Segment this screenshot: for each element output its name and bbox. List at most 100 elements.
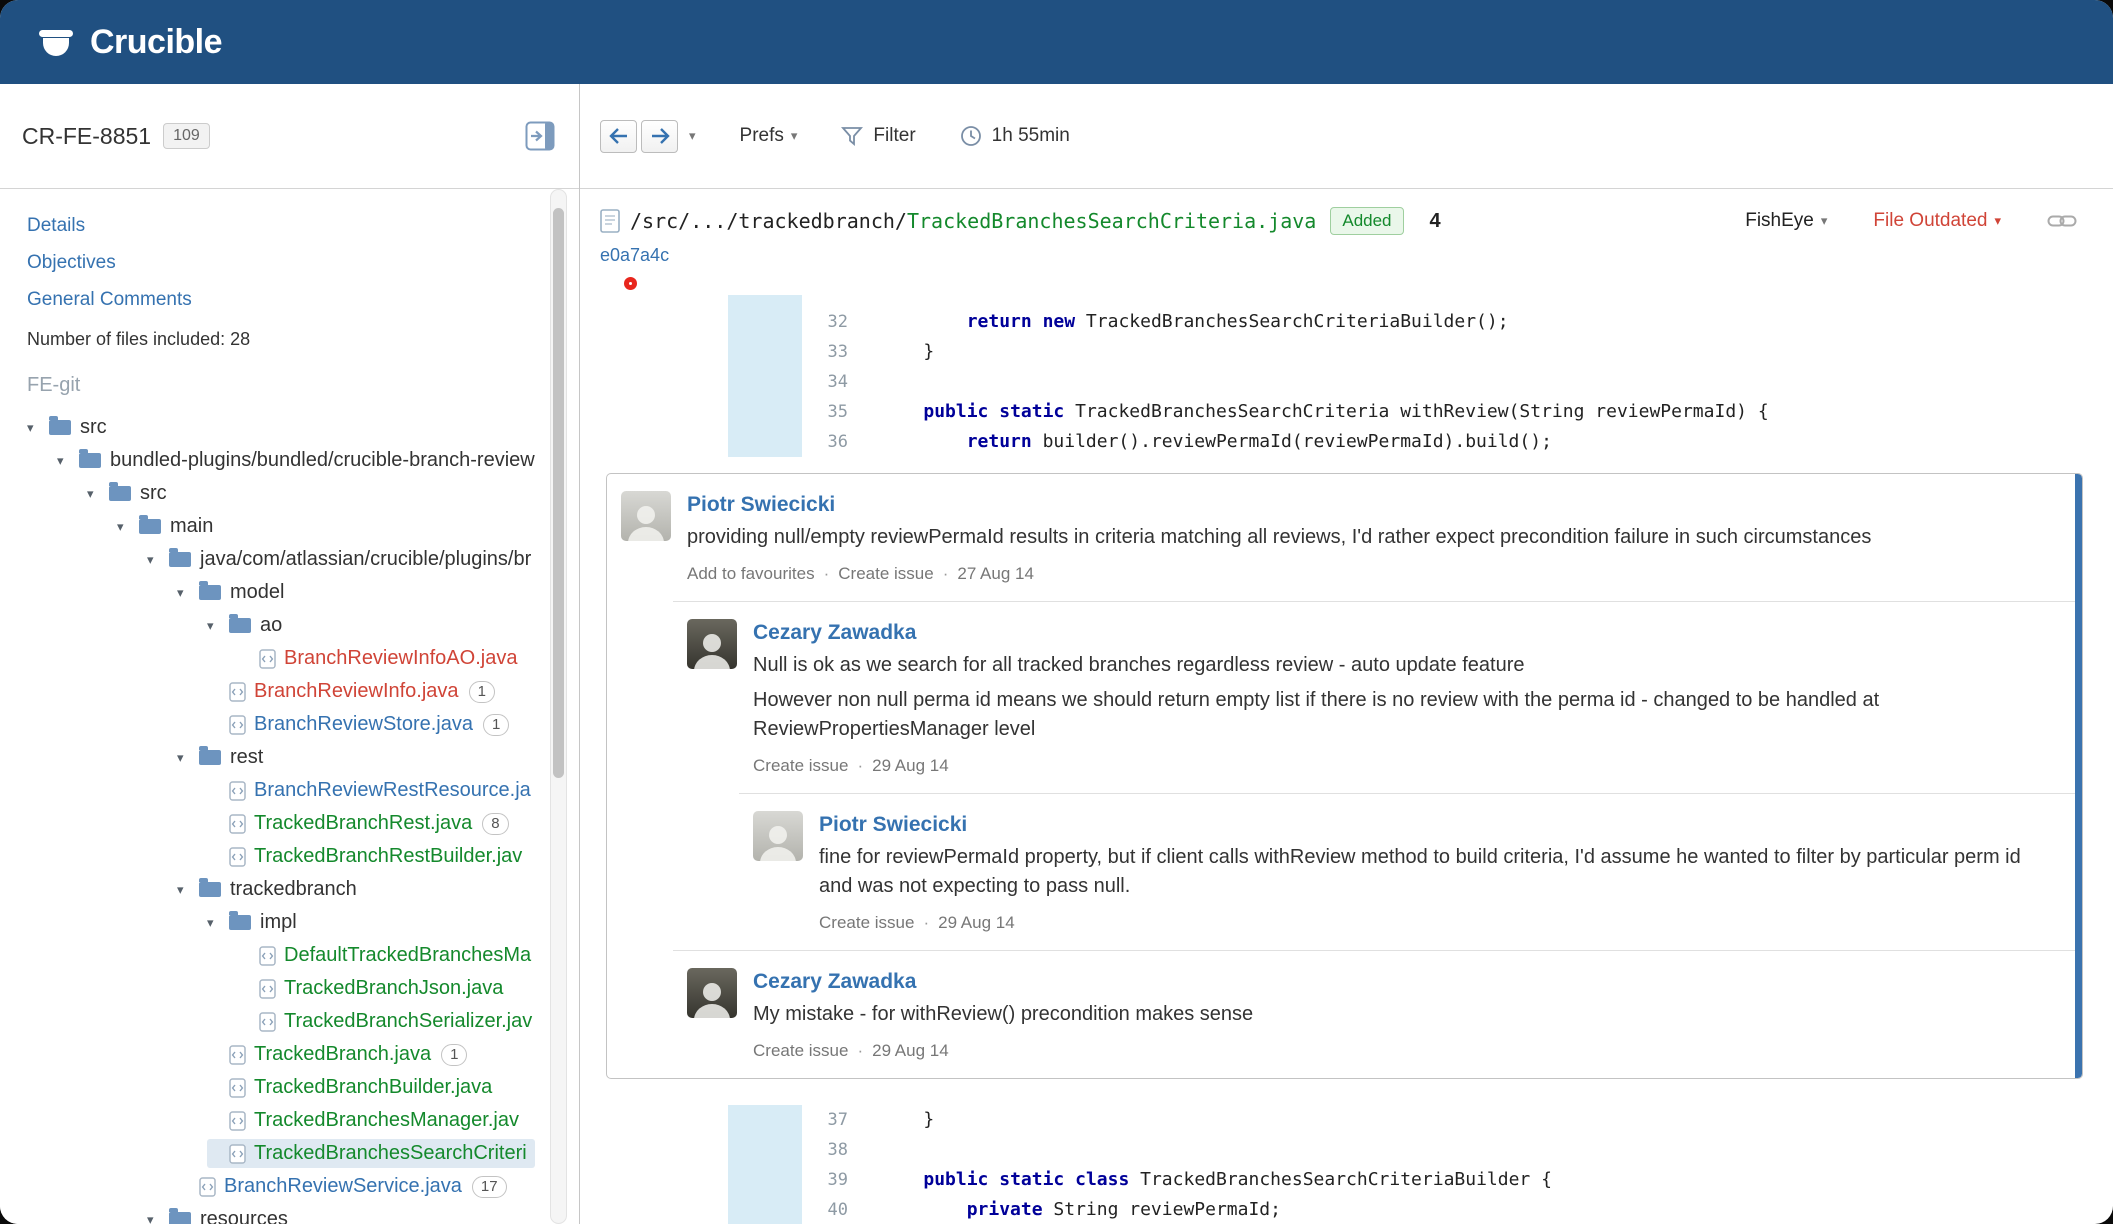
expand-collapse-icon[interactable]: ▾ <box>87 486 109 502</box>
diff-panel: ▾ Prefs ▾ Filter 1h 55min /src/.../track… <box>580 84 2113 1224</box>
sidebar-link-details[interactable]: Details <box>27 215 579 237</box>
tree-file-item[interactable]: TrackedBranchRest.java 8 <box>27 807 579 840</box>
collapse-panel-icon[interactable] <box>525 121 555 151</box>
comment-gutter[interactable] <box>580 337 728 367</box>
file-name: TrackedBranchesSearchCriteria.java <box>906 209 1317 233</box>
next-file-button[interactable] <box>641 119 678 153</box>
file-icon <box>229 813 246 834</box>
comment-gutter[interactable] <box>580 1105 728 1135</box>
comment-gutter[interactable] <box>580 367 728 397</box>
tree-file-item[interactable]: TrackedBranchSerializer.jav <box>27 1005 579 1038</box>
tree-folder-item[interactable]: ▾ java/com/atlassian/crucible/plugins/br <box>27 543 579 576</box>
tree-file-item[interactable]: BranchReviewStore.java 1 <box>27 708 579 741</box>
expand-collapse-icon[interactable]: ▾ <box>207 618 229 634</box>
comment-gutter[interactable] <box>580 1195 728 1224</box>
tree-folder-item[interactable]: ▾ src <box>27 477 579 510</box>
commit-hash-link[interactable]: e0a7a4c <box>600 245 669 265</box>
tree-folder-item[interactable]: ▾ bundled-plugins/bundled/crucible-branch… <box>27 444 579 477</box>
tree-file-item[interactable]: TrackedBranchesManager.jav <box>27 1104 579 1137</box>
expand-collapse-icon[interactable]: ▾ <box>147 552 169 568</box>
comment-gutter[interactable] <box>580 1135 728 1165</box>
expand-collapse-icon[interactable]: ▾ <box>117 519 139 535</box>
prefs-label: Prefs <box>739 125 784 146</box>
tree-file-item[interactable]: BranchReviewInfoAO.java <box>27 642 579 675</box>
comment-action-link[interactable]: Create issue <box>819 913 914 932</box>
tree-file-item[interactable]: BranchReviewRestResource.ja <box>27 774 579 807</box>
tree-folder-item[interactable]: ▾ resources <box>27 1203 579 1224</box>
app-header: Crucible <box>0 0 2113 84</box>
line-number[interactable]: 39 <box>802 1165 858 1195</box>
tree-file-item[interactable]: DefaultTrackedBranchesMa <box>27 939 579 972</box>
comment-author-link[interactable]: Piotr Swiecicki <box>819 813 2042 837</box>
tree-file-item[interactable]: TrackedBranchRestBuilder.jav <box>27 840 579 873</box>
tree-folder-item[interactable]: ▾ main <box>27 510 579 543</box>
tree-item-label: BranchReviewInfo.java <box>254 680 459 702</box>
file-outdated-dropdown[interactable]: File Outdated ▾ <box>1873 210 2001 232</box>
expand-collapse-icon[interactable]: ▾ <box>207 915 229 931</box>
folder-icon <box>139 515 161 534</box>
comment-author-link[interactable]: Cezary Zawadka <box>753 621 2042 645</box>
comment-count-badge: 8 <box>482 812 509 835</box>
sidebar-scrollbar[interactable] <box>550 189 567 1224</box>
comment-gutter[interactable] <box>580 307 728 337</box>
filter-button[interactable]: Filter <box>841 125 916 147</box>
expand-collapse-icon[interactable]: ▾ <box>177 585 199 601</box>
tree-folder-item[interactable]: ▾ ao <box>27 609 579 642</box>
line-number[interactable]: 33 <box>802 337 858 367</box>
line-number[interactable]: 40 <box>802 1195 858 1224</box>
tree-file-item[interactable]: BranchReviewService.java 17 <box>27 1170 579 1203</box>
comment-author-link[interactable]: Cezary Zawadka <box>753 970 1253 994</box>
sidebar-link-general-comments[interactable]: General Comments <box>27 289 579 311</box>
comment-gutter[interactable] <box>580 1165 728 1195</box>
prefs-dropdown[interactable]: Prefs ▾ <box>740 125 798 147</box>
tree-folder-item[interactable]: ▾ src <box>27 411 579 444</box>
line-number[interactable]: 38 <box>802 1135 858 1165</box>
comment-gutter[interactable] <box>580 397 728 427</box>
tree-folder-item[interactable]: ▾ rest <box>27 741 579 774</box>
tree-item-label: src <box>80 416 107 438</box>
permalink-icon[interactable] <box>2047 212 2077 230</box>
unread-indicator-bar <box>2075 474 2082 1078</box>
crucible-logo-icon[interactable] <box>36 23 76 61</box>
file-comment-count: 4 <box>1429 209 1441 232</box>
tree-file-item[interactable]: TrackedBranch.java 1 <box>27 1038 579 1071</box>
comment-author-link[interactable]: Piotr Swiecicki <box>687 493 1871 517</box>
comment-action-link[interactable]: Add to favourites <box>687 564 815 583</box>
tree-file-item[interactable]: TrackedBranchBuilder.java <box>27 1071 579 1104</box>
line-number[interactable]: 34 <box>802 367 858 397</box>
line-number[interactable]: 32 <box>802 307 858 337</box>
sidebar-link-objectives[interactable]: Objectives <box>27 252 579 274</box>
line-number[interactable] <box>802 295 858 307</box>
tree-folder-item[interactable]: ▾ impl <box>27 906 579 939</box>
file-nav-dropdown-icon[interactable]: ▾ <box>689 128 696 144</box>
tree-file-item[interactable]: TrackedBranchesSearchCriteri <box>27 1137 579 1170</box>
line-number[interactable]: 36 <box>802 427 858 457</box>
prev-file-button[interactable] <box>600 119 637 153</box>
fisheye-dropdown[interactable]: FishEye ▾ <box>1745 210 1827 232</box>
line-number[interactable]: 35 <box>802 397 858 427</box>
code-line: 33 } <box>580 337 2113 367</box>
comment-action-link[interactable]: Create issue <box>753 1041 848 1060</box>
comment-gutter[interactable] <box>580 427 728 457</box>
expand-collapse-icon[interactable]: ▾ <box>177 882 199 898</box>
avatar <box>753 811 803 861</box>
brand-name[interactable]: Crucible <box>90 23 223 62</box>
expand-collapse-icon[interactable]: ▾ <box>147 1212 169 1224</box>
comment-action-link[interactable]: Create issue <box>838 564 933 583</box>
time-spent-button[interactable]: 1h 55min <box>960 125 1070 147</box>
expand-collapse-icon[interactable]: ▾ <box>177 750 199 766</box>
expand-collapse-icon[interactable]: ▾ <box>27 420 49 436</box>
tree-file-item[interactable]: BranchReviewInfo.java 1 <box>27 675 579 708</box>
comment-action-link[interactable]: Create issue <box>753 756 848 775</box>
chevron-down-icon: ▾ <box>1994 213 2001 228</box>
diff-added-gutter <box>728 307 802 337</box>
expand-collapse-icon[interactable]: ▾ <box>57 453 79 469</box>
tree-file-item[interactable]: TrackedBranchJson.java <box>27 972 579 1005</box>
scrollbar-thumb[interactable] <box>553 208 564 778</box>
comment-gutter[interactable] <box>580 295 728 307</box>
tree-folder-item[interactable]: ▾ model <box>27 576 579 609</box>
folder-icon <box>109 482 131 501</box>
line-number[interactable]: 37 <box>802 1105 858 1135</box>
tree-folder-item[interactable]: ▾ trackedbranch <box>27 873 579 906</box>
code-text: public static TrackedBranchesSearchCrite… <box>923 401 1769 422</box>
